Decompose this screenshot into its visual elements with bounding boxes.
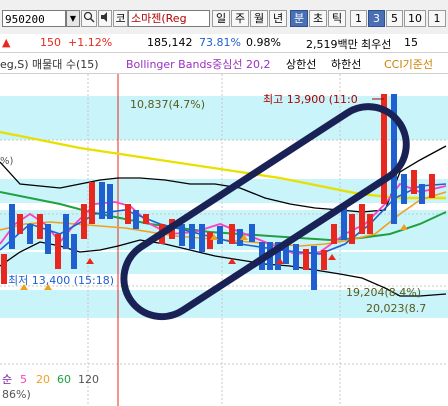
tick-button[interactable]: 틱 [328,10,346,27]
upper-band-label[interactable]: 상한선 [286,56,316,72]
ma5-legend: 5 [20,373,27,386]
candle [71,234,77,269]
search-icon [83,11,95,23]
candle [359,204,365,234]
ma-legend-prefix: 순 [2,373,12,386]
bottom-percent: 86%) [2,388,31,401]
best-bid-label: 최우선 [361,38,392,51]
candle [293,244,299,270]
candle [401,174,407,204]
quote-row: ▲ 150 +1.12% 185,142 73.81% 0.98% 2,519백… [0,34,448,53]
candle [107,184,113,219]
volume-profile-label[interactable]: eg,S) 매물대 수(15) [0,56,99,72]
change-value: 150 [40,36,61,49]
left-pct-fragment: %) [0,156,14,167]
period-week-button[interactable]: 주 [231,10,249,27]
market-button[interactable]: 코 [113,10,128,27]
candle [249,224,255,242]
level-label-3: 20,023(8.7 [366,302,426,315]
period-day-button[interactable]: 일 [212,10,230,27]
interval-10-button[interactable]: 10 [404,10,426,27]
price-chart[interactable]: 10,837(4.7%) 최고 13,900 (11:0 최저 13,400 (… [0,74,448,406]
second-button[interactable]: 초 [309,10,327,27]
more-interval-button[interactable]: 1 [428,10,446,27]
cci-label[interactable]: CCI기준선 [384,56,433,72]
volume-profile-band [0,96,448,140]
high-price-label: 최고 13,900 (11:0 [263,93,358,106]
lower-band-label[interactable]: 하한선 [331,56,361,72]
candle [125,204,131,224]
stock-name-field[interactable]: 소마젠(Reg [128,10,210,27]
candle [37,214,43,239]
ma60-legend: 60 [57,373,71,386]
interval-3-button[interactable]: 3 [368,10,385,27]
toolbar: 950200 ▼ 코 소마젠(Reg 일 주 월 년 분 초 틱 1 3 5 1… [0,0,448,35]
volume-profile-band [0,252,448,274]
candle [429,174,435,198]
minute-button[interactable]: 분 [290,10,308,27]
code-dropdown-icon[interactable]: ▼ [66,10,80,27]
bollinger-label[interactable]: Bollinger Bands중심선 20,2 [126,56,271,72]
candle [81,204,87,239]
candle [55,234,61,269]
period-year-button[interactable]: 년 [269,10,287,27]
magnifier-icon[interactable] [81,10,97,27]
stock-code-input[interactable]: 950200 [2,10,66,27]
ma20-legend: 20 [36,373,50,386]
candle [133,210,139,229]
volume-value: 185,142 [147,36,193,49]
candle [199,224,205,252]
candle [45,224,51,254]
amount-value: 2,519백만 [306,38,358,51]
candle [349,214,355,244]
change-percent: +1.12% [68,36,113,49]
speaker-glyph-icon [101,12,107,22]
candle [17,214,23,234]
turnover-value: 0.98% [246,36,281,49]
candle [331,224,337,244]
candle [189,224,195,249]
candle [27,224,33,244]
level-label-1: 10,837(4.7%) [130,98,205,111]
candle [321,250,327,270]
candle [229,224,235,244]
candle [411,170,417,194]
candle [63,214,69,249]
candle [207,232,213,249]
low-price-label: 최저 13,400 (15:18) [8,274,114,287]
candle [143,214,149,224]
candle [419,184,425,204]
best-bid-value: 15 [404,36,418,49]
candle [367,214,373,234]
ma120-legend: 120 [78,373,99,386]
candle [311,246,317,290]
candle [179,224,185,246]
candle [303,249,309,270]
speaker-icon[interactable] [98,10,112,27]
indicator-legend: eg,S) 매물대 수(15) Bollinger Bands중심선 20,2 … [0,53,448,74]
interval-5-button[interactable]: 5 [386,10,403,27]
interval-1-button[interactable]: 1 [350,10,367,27]
period-month-button[interactable]: 월 [250,10,268,27]
candle [1,254,7,284]
candle [217,226,223,244]
candle [9,204,15,249]
level-label-2: 19,204(8.4%) [346,286,421,299]
candle [89,182,95,224]
chart-canvas: 10,837(4.7%) 최고 13,900 (11:0 최저 13,400 (… [0,74,448,406]
rise-arrow-icon: ▲ [2,36,11,49]
candle [99,182,105,219]
ratio-value: 73.81% [199,36,241,49]
